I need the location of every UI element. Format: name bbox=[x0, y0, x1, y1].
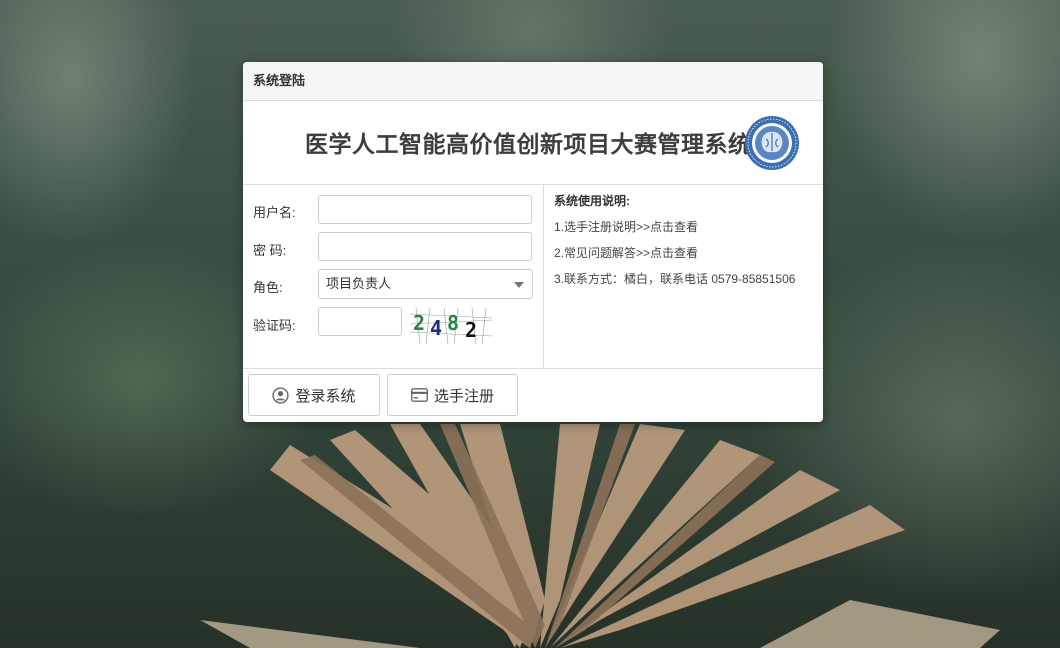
login-form: 用户名: 密 码: 角色: 项目负责人 验证码: 2 4 8 2 bbox=[243, 185, 544, 368]
notes-faq-link[interactable]: 2.常见问题解答>>点击查看 bbox=[554, 244, 698, 261]
role-selected-value: 项目负责人 bbox=[326, 276, 392, 291]
login-button-label: 登录系统 bbox=[295, 387, 356, 405]
login-button[interactable]: 登录系统 bbox=[248, 374, 380, 416]
login-panel: 系统登陆 医学人工智能高价值创新项目大赛管理系统 用户名: 密 码: 角色: 项… bbox=[243, 62, 823, 422]
captcha-digit-1: 2 bbox=[413, 311, 425, 335]
chevron-down-icon bbox=[514, 282, 524, 288]
panel-title: 系统登陆 bbox=[243, 62, 823, 101]
captcha-input[interactable] bbox=[318, 307, 402, 336]
button-bar: 登录系统 选手注册 bbox=[243, 369, 823, 422]
captcha-digit-3: 8 bbox=[447, 311, 459, 335]
role-select[interactable]: 项目负责人 bbox=[318, 269, 533, 299]
credit-card-icon bbox=[411, 388, 428, 402]
register-button[interactable]: 选手注册 bbox=[387, 374, 518, 416]
username-input[interactable] bbox=[318, 195, 532, 224]
password-label: 密 码: bbox=[253, 243, 287, 258]
system-banner: 医学人工智能高价值创新项目大赛管理系统 bbox=[243, 101, 823, 185]
login-body: 用户名: 密 码: 角色: 项目负责人 验证码: 2 4 8 2 系统使用说明:… bbox=[243, 185, 823, 369]
system-title: 医学人工智能高价值创新项目大赛管理系统 bbox=[305, 131, 752, 157]
role-label: 角色: bbox=[253, 280, 283, 295]
captcha-digit-4: 2 bbox=[465, 318, 477, 342]
captcha-image[interactable]: 2 4 8 2 bbox=[410, 308, 492, 344]
notes-contact: 3.联系方式：橘白，联系电话 0579-85851506 bbox=[554, 272, 796, 286]
username-label: 用户名: bbox=[253, 205, 296, 220]
contest-logo-icon bbox=[745, 116, 799, 170]
password-input[interactable] bbox=[318, 232, 532, 261]
notes-registration-link[interactable]: 1.选手注册说明>>点击查看 bbox=[554, 218, 698, 235]
user-circle-icon bbox=[272, 386, 290, 404]
captcha-digit-2: 4 bbox=[430, 316, 442, 340]
usage-notes: 系统使用说明: 1.选手注册说明>>点击查看 2.常见问题解答>>点击查看 3.… bbox=[544, 185, 823, 368]
usage-notes-title: 系统使用说明: bbox=[554, 194, 630, 208]
register-button-label: 选手注册 bbox=[433, 387, 494, 405]
captcha-label: 验证码: bbox=[253, 318, 296, 333]
